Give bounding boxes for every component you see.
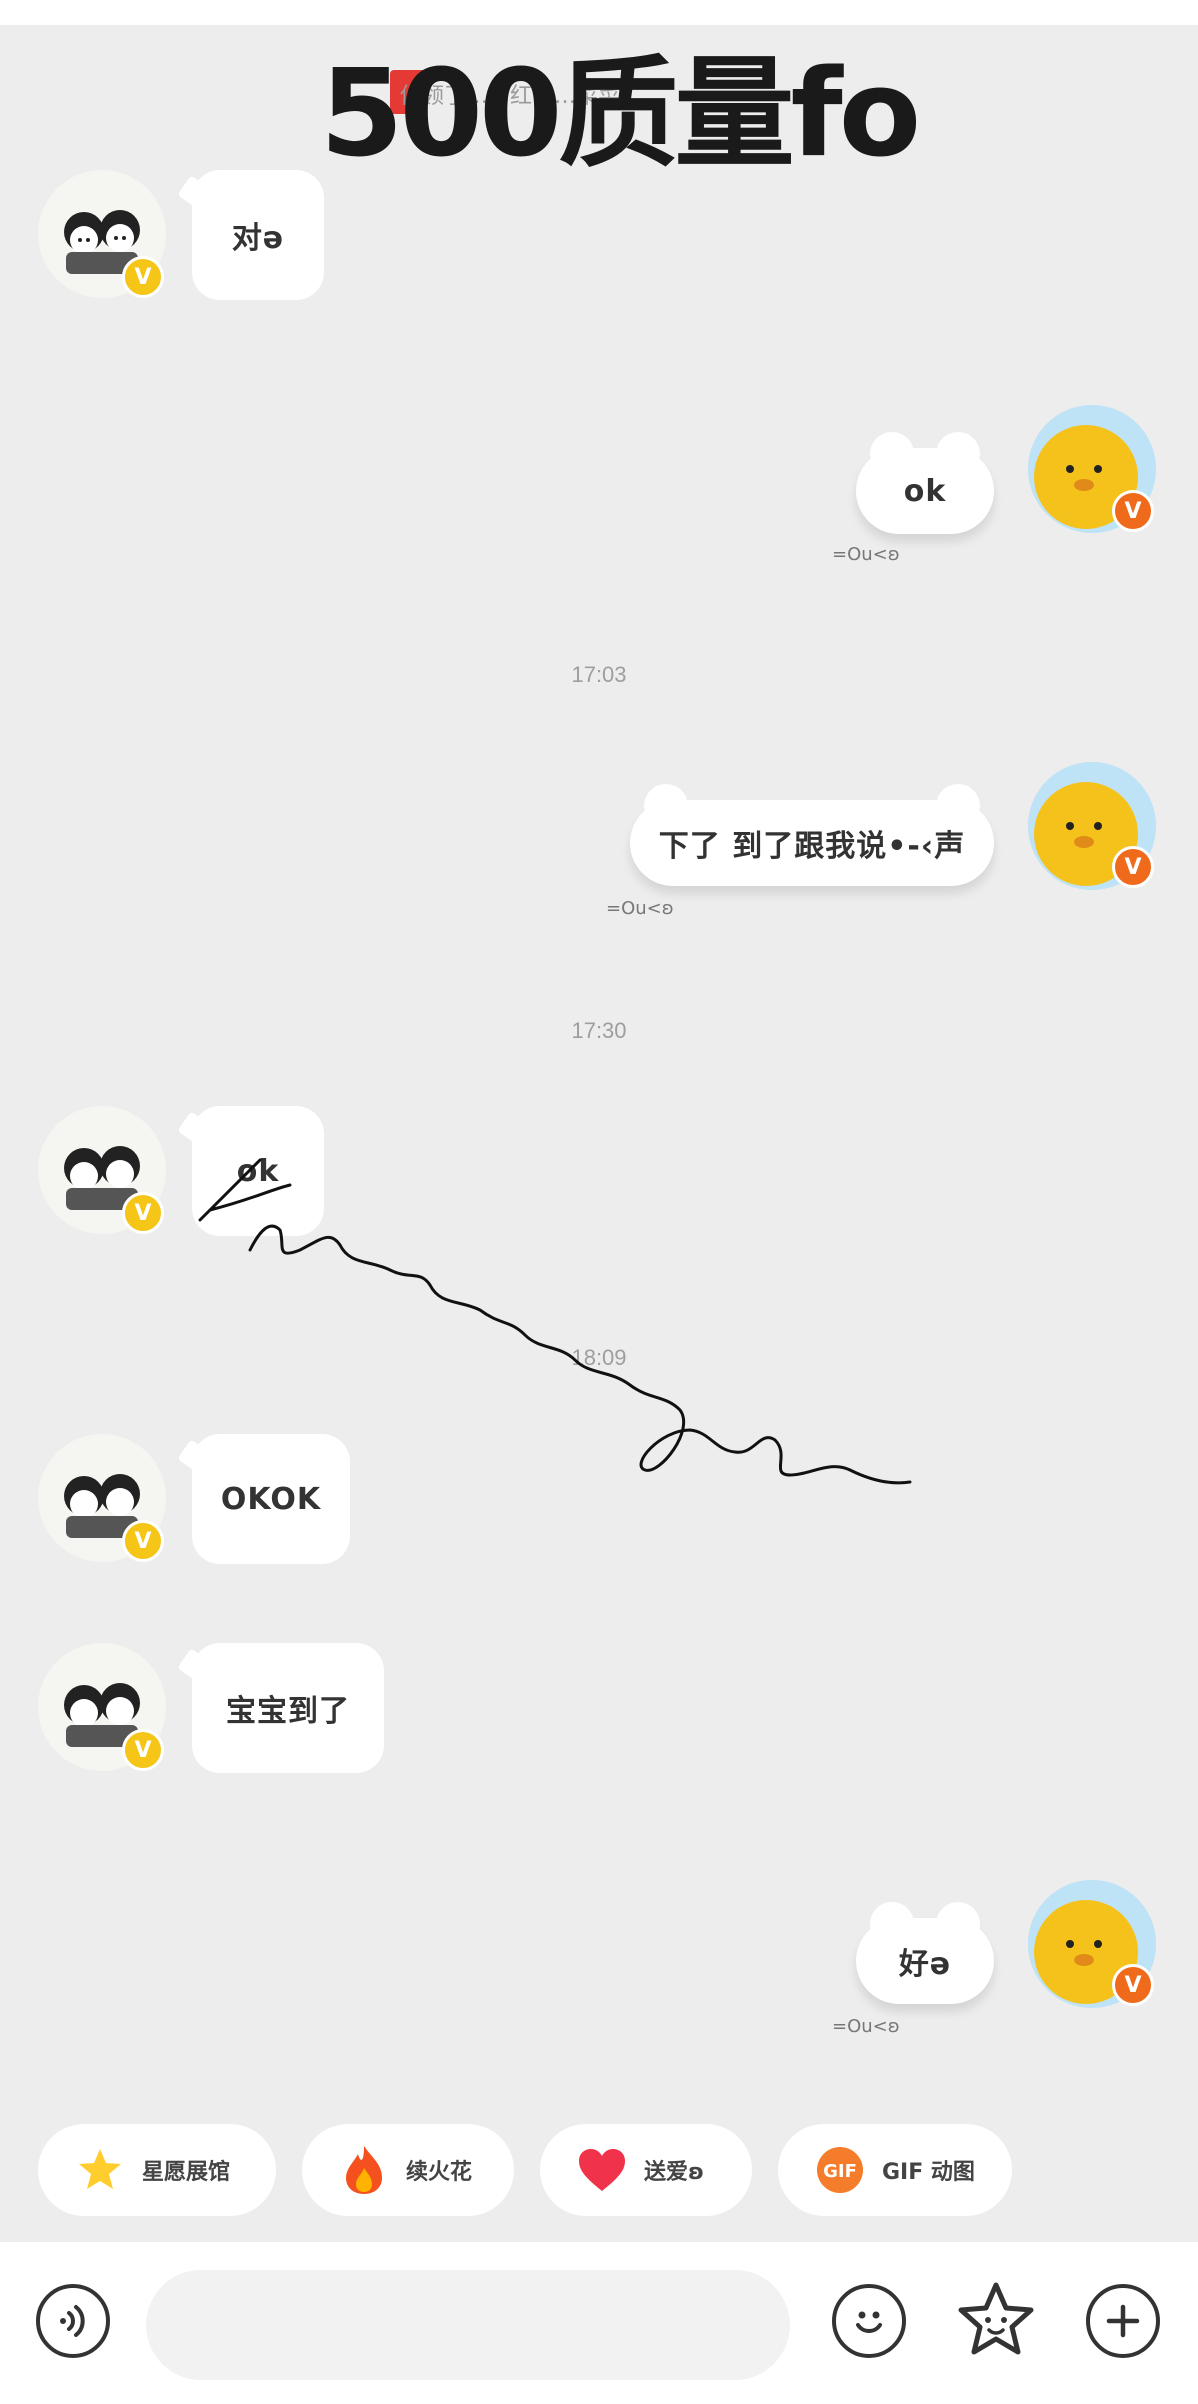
status-bar-area [0,0,1198,25]
quick-action-label: 星愿展馆 [142,2160,231,2185]
verified-badge: V [1112,846,1154,888]
quick-action-star-gallery[interactable]: 星愿展馆 [38,2124,276,2216]
message-text: 下了 到了跟我说•-‹声 [658,829,966,864]
message-text: ok [903,473,947,509]
timestamp: 17:03 [571,662,627,687]
voice-button[interactable] [36,2284,110,2358]
quick-action-send-love[interactable]: 送爱ʚ [540,2124,752,2216]
overlay-title: 500质量fo [320,45,921,184]
bubble-kaomoji: =Ou<ʚ [606,898,674,919]
message-bubble[interactable]: 好ə [856,1902,994,2004]
verified-badge: V [1112,490,1154,532]
verified-badge: V [1112,1964,1154,2006]
message-text: 对ə [231,221,285,256]
message-bubble[interactable]: ok [192,1106,324,1236]
plus-icon [1106,2304,1140,2338]
sticker-icon [958,2282,1034,2355]
emoji-icon [856,2311,882,2333]
quick-action-label: 续火花 [406,2160,473,2185]
verified-badge: V [122,256,164,298]
emoji-button[interactable] [832,2284,906,2358]
message-bubble[interactable]: 宝宝到了 [192,1643,384,1773]
voice-icon [60,2305,85,2337]
quick-action-label: 送爱ʚ [644,2160,705,2185]
fire-icon [338,2144,390,2196]
bubble-kaomoji: =Ou<ʚ [832,544,900,565]
quick-action-gif[interactable]: GIF GIF 动图 [778,2124,1012,2216]
message-bubble[interactable]: ok [856,432,994,534]
message-bubble[interactable]: 对ə [192,170,324,300]
add-button[interactable] [1086,2284,1160,2358]
message-text: 宝宝到了 [226,1694,350,1729]
verified-badge: V [122,1729,164,1771]
bubble-kaomoji: =Ou<ʚ [832,2016,900,2037]
star-icon [74,2144,126,2196]
sticker-button[interactable] [955,2280,1037,2362]
gif-icon: GIF [814,2144,866,2196]
timestamp: 18:09 [571,1345,627,1370]
svg-text:GIF: GIF [823,2161,857,2182]
verified-badge: V [122,1520,164,1562]
quick-action-fire[interactable]: 续火花 [302,2124,514,2216]
message-text: ok [236,1153,280,1189]
message-text: 好ə [898,1947,952,1982]
timestamp: 17:30 [571,1018,627,1043]
verified-badge: V [122,1192,164,1234]
message-bubble[interactable]: OKOK [192,1434,350,1564]
message-input[interactable] [146,2270,790,2380]
message-text: OKOK [220,1481,322,1517]
quick-action-label: GIF 动图 [882,2160,975,2185]
heart-icon [576,2144,628,2196]
message-bubble[interactable]: 下了 到了跟我说•-‹声 [630,784,994,886]
